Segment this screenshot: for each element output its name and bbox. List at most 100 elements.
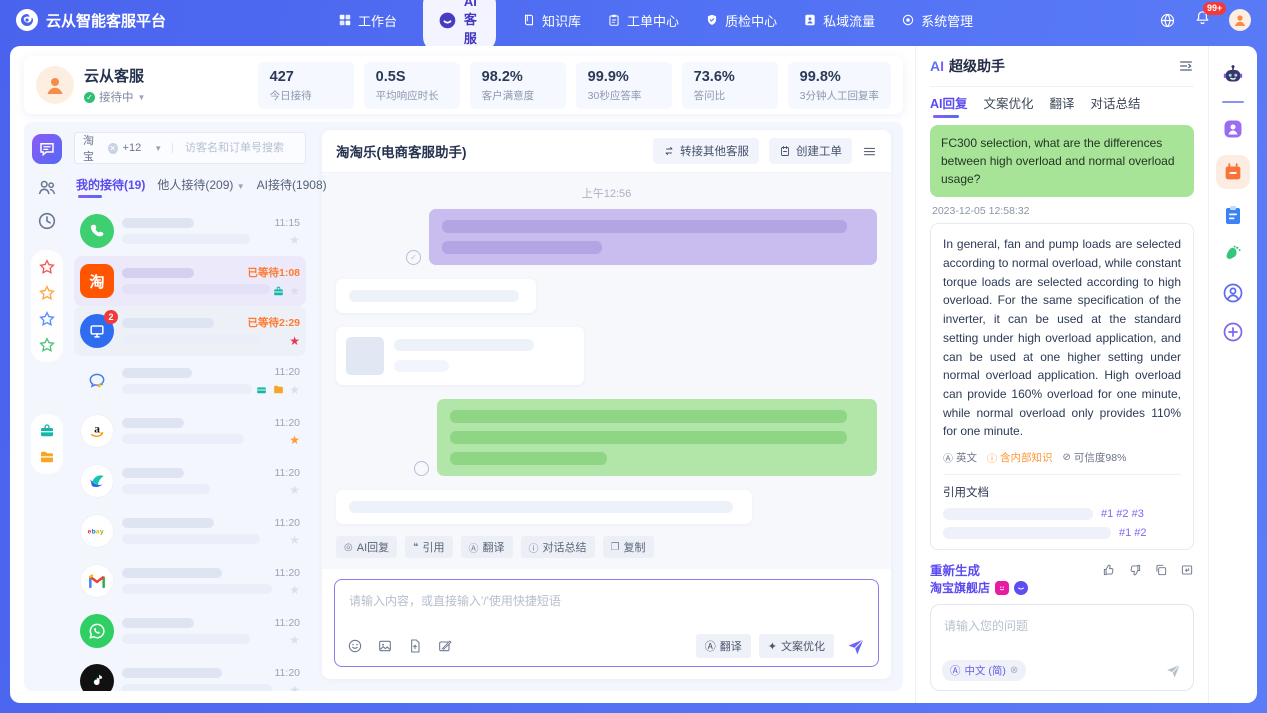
nav-item-knowledge-base[interactable]: 知识库	[522, 11, 581, 30]
star-toggle[interactable]: ★	[289, 384, 300, 396]
conversation-item-wechat[interactable]: 11:20 ★	[74, 356, 306, 406]
star-toggle[interactable]: ★	[289, 484, 300, 496]
message-preview	[122, 418, 230, 444]
tab-others-conversations[interactable]: 他人接待(209) ▼	[157, 176, 244, 198]
conversation-item-bird-app[interactable]: 11:20★	[74, 456, 306, 506]
ai-robot-icon[interactable]	[1220, 62, 1246, 88]
conversations-tab-icon[interactable]	[32, 134, 62, 164]
copy-chip[interactable]: ❐复制	[603, 536, 654, 558]
star-toggle[interactable]: ★	[289, 584, 300, 596]
summary-chip[interactable]: ⓘ对话总结	[521, 536, 595, 558]
stat-avg-response: 0.5S 平均响应时长	[364, 62, 460, 109]
star-toggle[interactable]: ★	[289, 335, 300, 347]
thumbs-down-icon[interactable]	[1128, 563, 1142, 577]
customer-service-icon[interactable]	[1220, 280, 1246, 306]
star-toggle[interactable]: ★	[289, 534, 300, 546]
conversation-item-taobao[interactable]: 淘 已等待1:08 ★	[74, 256, 306, 306]
reference-links[interactable]: #1 #2	[1119, 527, 1147, 539]
regenerate-button[interactable]: 重新生成	[930, 560, 980, 579]
conversation-time: 11:20	[275, 517, 301, 529]
conversation-item-amazon[interactable]: a 11:20★	[74, 406, 306, 456]
chat-more-menu[interactable]	[862, 144, 877, 159]
quote-chip[interactable]: ❝引用	[405, 536, 452, 558]
shop-bot-purple-icon[interactable]	[1014, 581, 1028, 595]
ai-logo-text: AI	[930, 58, 944, 74]
calendar-icon-active[interactable]	[1216, 155, 1250, 189]
tab-conversation-summary[interactable]: 对话总结	[1091, 93, 1141, 118]
image-icon[interactable]	[377, 638, 393, 654]
tab-my-conversations[interactable]: 我的接待(19)	[76, 176, 145, 198]
star-green-icon[interactable]	[38, 336, 56, 354]
shop-bot-pink-icon[interactable]	[995, 581, 1009, 595]
panel-collapse-button[interactable]	[1178, 58, 1194, 74]
thumbs-up-icon[interactable]	[1102, 563, 1116, 577]
nav-item-private-traffic[interactable]: 私域流量	[803, 11, 875, 30]
copy-optimize-button[interactable]: ✦文案优化	[759, 634, 834, 658]
user-avatar[interactable]	[1229, 9, 1251, 31]
left-icon-rail	[24, 122, 70, 691]
conversation-item-ebay[interactable]: ebay 11:20★	[74, 506, 306, 556]
wechat-bubble-icon	[87, 371, 107, 391]
nav-item-qc-center[interactable]: 质检中心	[705, 11, 777, 30]
tab-ai-conversations[interactable]: AI接待(1908)	[257, 176, 327, 198]
briefcase-icon[interactable]	[38, 422, 56, 440]
reference-links[interactable]: #1 #2 #3	[1101, 508, 1144, 520]
stat-30s-answer-rate: 99.9% 30秒应答率	[576, 62, 672, 109]
compose-pen-icon[interactable]	[437, 638, 453, 654]
file-upload-icon[interactable]	[407, 638, 423, 654]
nav-item-ticket-center[interactable]: 工单中心	[607, 11, 679, 30]
agent-status-selector[interactable]: ✓ 接待中 ▼	[84, 89, 145, 105]
star-toggle[interactable]: ★	[289, 634, 300, 646]
star-blue-icon[interactable]	[38, 310, 56, 328]
insert-reply-icon[interactable]	[1180, 563, 1194, 577]
star-red-icon[interactable]	[38, 258, 56, 276]
nav-item-workbench[interactable]: 工作台	[338, 11, 397, 30]
text-placeholder	[450, 452, 607, 465]
nav-item-ai-service-active[interactable]: AI客服	[423, 0, 496, 52]
translate-chip[interactable]: Ⓐ翻译	[461, 536, 513, 558]
copy-icon[interactable]	[1154, 563, 1168, 577]
contacts-icon[interactable]	[36, 176, 58, 198]
visitor-search-input[interactable]	[183, 141, 297, 155]
notifications[interactable]: 99+	[1194, 9, 1211, 31]
nav-item-system-management[interactable]: 系统管理	[901, 11, 973, 30]
product-image-placeholder	[346, 337, 384, 375]
tab-translate[interactable]: 翻译	[1050, 93, 1075, 118]
text-placeholder	[450, 431, 847, 444]
footprint-icon[interactable]	[1220, 241, 1246, 267]
svg-text:a: a	[96, 528, 100, 535]
conversation-item-phone[interactable]: 11:15★	[74, 206, 306, 256]
conversation-item-gmail[interactable]: 11:20★	[74, 556, 306, 606]
create-ticket-button[interactable]: 创建工单	[769, 138, 852, 164]
tab-copy-optimize[interactable]: 文案优化	[984, 93, 1034, 118]
clipboard-blue-icon[interactable]	[1220, 202, 1246, 228]
globe-icon[interactable]	[1159, 12, 1176, 29]
star-toggle[interactable]: ★	[289, 285, 300, 297]
star-toggle[interactable]: ★	[289, 684, 300, 692]
contact-card-icon[interactable]	[1220, 116, 1246, 142]
send-button[interactable]	[846, 636, 866, 656]
star-toggle[interactable]: ★	[289, 434, 300, 446]
star-toggle[interactable]: ★	[289, 234, 300, 246]
tab-ai-reply[interactable]: AI回复	[930, 93, 968, 118]
conversation-item-desktop[interactable]: 2 已等待2:29★	[74, 306, 306, 356]
conversation-item-whatsapp[interactable]: 11:20★	[74, 606, 306, 656]
history-clock-icon[interactable]	[36, 210, 58, 232]
assistant-send-button[interactable]	[1165, 662, 1182, 679]
add-plus-icon[interactable]	[1220, 319, 1246, 345]
text-placeholder	[122, 384, 252, 394]
remove-language-icon[interactable]: ⊗	[1010, 665, 1018, 676]
chevron-down-icon[interactable]: ▼	[154, 144, 162, 153]
assistant-question-input[interactable]	[942, 615, 1182, 660]
emoji-icon[interactable]	[347, 638, 363, 654]
conversation-item-tiktok[interactable]: 11:20★	[74, 656, 306, 691]
product-card[interactable]	[336, 327, 584, 385]
language-selector-chip[interactable]: Ⓐ 中文 (简) ⊗	[942, 660, 1026, 681]
folder-icon[interactable]	[38, 448, 56, 466]
transfer-button[interactable]: 转接其他客服	[653, 138, 759, 164]
star-orange-icon[interactable]	[38, 284, 56, 302]
ai-reply-chip[interactable]: ◎AI回复	[336, 536, 397, 558]
message-input[interactable]	[347, 590, 866, 634]
channel-filter-select[interactable]: 淘宝	[83, 132, 103, 164]
translate-button[interactable]: Ⓐ翻译	[696, 634, 751, 658]
